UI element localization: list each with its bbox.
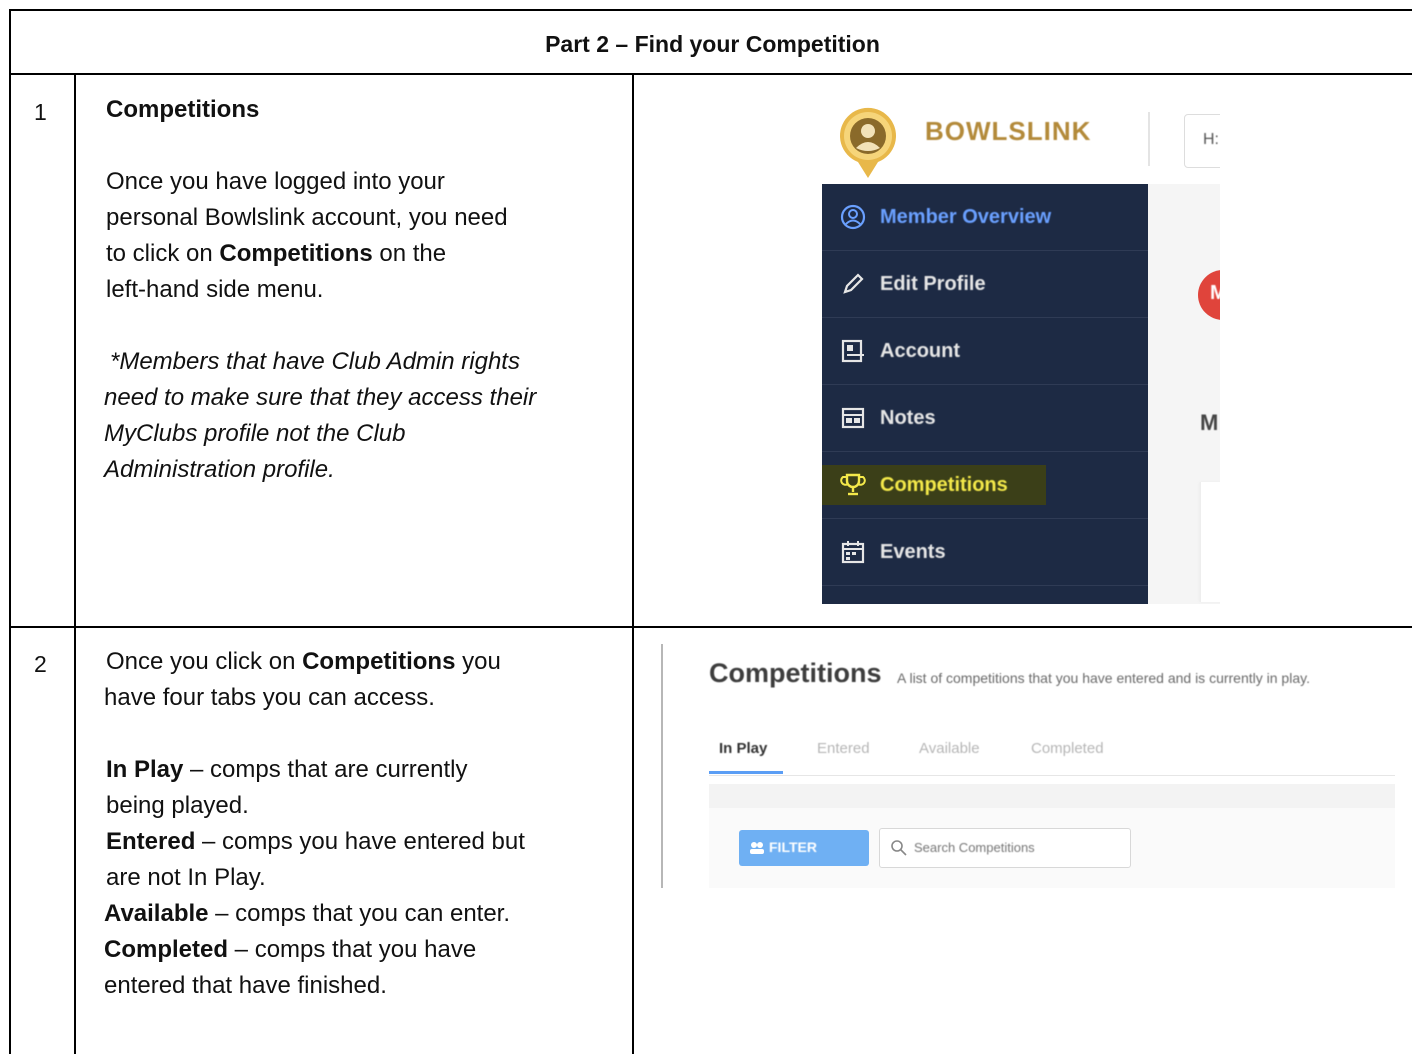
competitions-page-screenshot: Competitions A list of competitions that… (661, 644, 1395, 888)
tab-description-line: entered that have finished. (104, 972, 387, 999)
bowlslink-logo-icon (840, 107, 896, 178)
brand-name: BOWLSLINK (925, 116, 1092, 146)
toolbar-separator (709, 784, 1395, 808)
tab-available[interactable]: Available (919, 740, 980, 757)
filter-button-label: FILTER (769, 839, 817, 855)
sidebar-item-competitions[interactable]: Competitions (822, 452, 1148, 519)
user-circle-icon (840, 204, 866, 230)
row-1-line: Once you have logged into your (106, 168, 445, 195)
content-heading-fragment: M (1200, 410, 1219, 435)
row-1-line: to click on Competitions on the (106, 240, 447, 267)
table-title-row: Part 2 – Find your Competition (11, 11, 1412, 75)
pencil-icon (843, 273, 864, 294)
admin-note-line: *Members that have Club Admin rights (110, 348, 520, 375)
row-number: 2 (34, 651, 47, 677)
bowlslink-menu-screenshot: BOWLSLINK H: M M Member Overview Edit Pr… (812, 92, 1220, 604)
content-panel (1200, 482, 1220, 602)
row-2-text: Once you click on Competitions you have … (104, 644, 614, 1004)
active-tab-indicator (709, 771, 783, 774)
sidebar-item-account[interactable]: Account (822, 318, 1148, 385)
row-2-line: have four tabs you can access. (104, 684, 435, 711)
notes-icon (841, 407, 865, 429)
sidebar-item-notes[interactable]: Notes (822, 385, 1148, 452)
search-competitions-input[interactable]: Search Competitions (879, 828, 1131, 868)
page-title: Competitions (709, 658, 882, 688)
column-divider-number (74, 73, 76, 1054)
page-subtitle: A list of competitions that you have ent… (897, 670, 1310, 686)
row-1-line: personal Bowlslink account, you need (106, 204, 508, 231)
tab-description-completed: Completed – comps that you have (104, 936, 477, 963)
sidebar-item-edit-profile[interactable]: Edit Profile (822, 251, 1148, 318)
filter-button[interactable]: FILTER (739, 830, 869, 866)
tab-description-line: being played. (106, 792, 249, 819)
users-icon (750, 842, 764, 854)
trophy-icon (840, 473, 866, 496)
admin-note-line: Administration profile. (104, 456, 335, 483)
tab-description-in-play: In Play – comps that are currently (106, 756, 468, 783)
sidebar-item-label: Competitions (880, 474, 1008, 496)
sidebar-item-label: Events (880, 541, 946, 563)
header-separator (1148, 112, 1150, 166)
sidebar-item-label: Account (880, 340, 960, 362)
header-search-input[interactable]: H: (1184, 114, 1220, 168)
admin-note-line: need to make sure that they access their (104, 384, 537, 411)
column-divider-content (632, 73, 634, 1054)
admin-note-line: MyClubs profile not the Club (104, 420, 406, 447)
tab-in-play[interactable]: In Play (719, 740, 767, 757)
calendar-icon (841, 541, 865, 564)
account-card-icon (841, 339, 864, 363)
row-1-text: Competitions Once you have logged into y… (104, 92, 606, 488)
sidebar-item-label: Notes (880, 407, 936, 429)
row-1-heading: Competitions (106, 96, 260, 123)
sidebar-item-label: Member Overview (880, 206, 1052, 228)
row-2-line: Once you click on Competitions you (106, 648, 501, 675)
tab-bar: In Play Entered Available Completed (709, 740, 1395, 776)
search-icon (891, 840, 907, 856)
sidebar-menu: Member Overview Edit Profile Account Not… (822, 184, 1148, 604)
row-number: 1 (34, 99, 47, 125)
row-1-line: left-hand side menu. (106, 276, 324, 303)
tab-description-line: are not In Play. (106, 864, 266, 891)
table-title: Part 2 – Find your Competition (545, 31, 880, 57)
row-divider (9, 626, 1412, 628)
search-placeholder: Search Competitions (914, 840, 1035, 855)
tab-description-available: Available – comps that you can enter. (104, 900, 511, 927)
sidebar-item-label: Edit Profile (880, 273, 986, 295)
tab-entered[interactable]: Entered (817, 740, 870, 757)
tab-completed[interactable]: Completed (1031, 740, 1104, 757)
sidebar-item-member-overview[interactable]: Member Overview (822, 184, 1148, 251)
sidebar-item-events[interactable]: Events (822, 519, 1148, 586)
tab-description-entered: Entered – comps you have entered but (106, 828, 525, 855)
